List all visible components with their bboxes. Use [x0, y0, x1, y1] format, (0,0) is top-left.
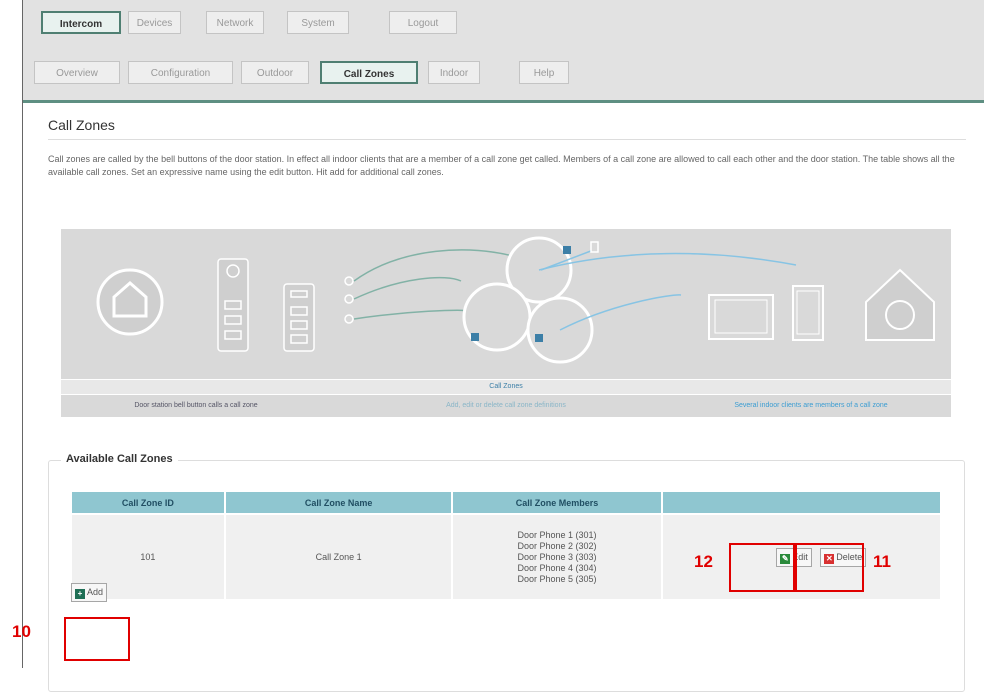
header-call-zone-members: Call Zone Members — [453, 492, 661, 513]
house-icon — [865, 268, 935, 341]
header-call-zone-id: Call Zone ID — [72, 492, 224, 513]
phone-icon — [792, 285, 824, 341]
member-item: Door Phone 2 (302) — [517, 540, 597, 551]
diagram-right-text: Several indoor clients are members of a … — [734, 402, 888, 409]
annotation-box-edit — [729, 543, 795, 592]
diagram-left-text: Door station bell button calls a call zo… — [134, 402, 258, 409]
tab-system[interactable]: System — [287, 11, 349, 34]
diagram-caption: Call Zones — [61, 379, 951, 395]
annotation-box-delete — [795, 543, 864, 592]
navigation-bar: Intercom Devices Network System Logout O… — [23, 0, 984, 103]
call-zones-diagram: Call Zones Door station bell button call… — [61, 229, 951, 417]
annotation-label-10: 10 — [12, 622, 31, 641]
door-station-icon — [217, 258, 249, 352]
annotation-box-add — [64, 617, 130, 661]
tab-intercom[interactable]: Intercom — [41, 11, 121, 34]
title-divider — [48, 139, 966, 140]
annotation-label-11: 11 — [873, 552, 891, 571]
tab-call-zones[interactable]: Call Zones — [320, 61, 418, 84]
annotation-label-12: 12 — [694, 552, 713, 571]
call-zone-name-cell: Call Zone 1 — [225, 515, 452, 599]
add-icon: + — [75, 589, 85, 599]
tab-help[interactable]: Help — [519, 61, 569, 84]
page-title: Call Zones — [48, 117, 115, 133]
available-call-zones-legend: Available Call Zones — [61, 453, 178, 465]
header-actions — [662, 492, 940, 513]
table-header-row: Call Zone ID Call Zone Name Call Zone Me… — [72, 492, 940, 513]
member-item: Door Phone 5 (305) — [517, 573, 597, 584]
member-item: Door Phone 1 (301) — [517, 529, 597, 540]
tab-logout[interactable]: Logout — [389, 11, 457, 34]
add-button[interactable]: + Add — [71, 583, 108, 602]
member-item: Door Phone 4 (304) — [517, 562, 597, 573]
add-button-label: Add — [87, 587, 104, 597]
tablet-icon — [708, 294, 774, 340]
tab-network[interactable]: Network — [206, 11, 264, 34]
call-zone-members-cell: Door Phone 1 (301) Door Phone 2 (302) Do… — [453, 515, 661, 599]
circle-zone-icon — [462, 236, 594, 364]
door-station-icon — [283, 283, 315, 352]
house-icon — [96, 268, 164, 336]
diagram-middle-text: Add, edit or delete call zone definition… — [446, 402, 566, 409]
tab-overview[interactable]: Overview — [34, 61, 120, 84]
tab-indoor[interactable]: Indoor — [428, 61, 480, 84]
tab-devices[interactable]: Devices — [128, 11, 181, 34]
page-description: Call zones are called by the bell button… — [48, 154, 955, 177]
tab-outdoor[interactable]: Outdoor — [241, 61, 309, 84]
header-call-zone-name: Call Zone Name — [225, 492, 452, 513]
member-item: Door Phone 3 (303) — [517, 551, 597, 562]
tab-configuration[interactable]: Configuration — [128, 61, 233, 84]
diagram-illustration — [96, 236, 935, 364]
